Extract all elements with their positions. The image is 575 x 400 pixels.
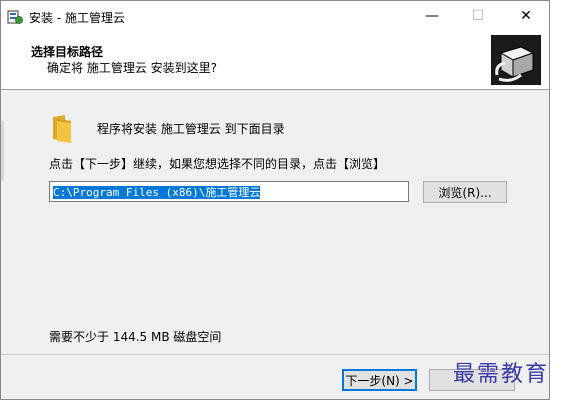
close-button[interactable]: ✕ (503, 1, 549, 31)
installer-box-icon (491, 35, 541, 85)
browse-button[interactable]: 浏览(R)... (423, 181, 507, 203)
browse-button-label: 浏览(R)... (438, 185, 492, 200)
page-subtitle: 确定将 施工管理云 安装到这里? (47, 61, 217, 75)
wizard-header: 选择目标路径 确定将 施工管理云 安装到这里? (1, 31, 549, 90)
folder-icon (53, 115, 71, 143)
maximize-button: ☐ (455, 1, 501, 31)
page-title: 选择目标路径 (31, 45, 104, 59)
close-icon: ✕ (520, 8, 532, 24)
left-edge-marker (1, 121, 4, 181)
minimize-button[interactable]: — (409, 1, 455, 31)
install-path-input[interactable]: C:\Program Files (x86)\施工管理云 (49, 181, 409, 202)
footer-divider (1, 354, 549, 355)
watermark-text: 最需教育 (453, 362, 550, 387)
window-title: 安装 - 施工管理云 (29, 11, 125, 25)
install-path-value: C:\Program Files (x86)\施工管理云 (53, 186, 261, 199)
title-bar: 安装 - 施工管理云 — ☐ ✕ (1, 1, 549, 31)
installer-app-icon (7, 10, 23, 24)
minimize-icon: — (425, 8, 439, 24)
installer-window: 安装 - 施工管理云 — ☐ ✕ 选择目标路径 确定将 施工管理云 安装到这里?… (0, 0, 550, 400)
disk-space-text: 需要不少于 144.5 MB 磁盘空间 (49, 330, 222, 344)
maximize-icon: ☐ (471, 8, 485, 24)
install-intro-text: 程序将安装 施工管理云 到下面目录 (97, 122, 285, 136)
next-button[interactable]: 下一步(N) > (342, 369, 417, 391)
instruction-text: 点击【下一步】继续，如果您想选择不同的目录，点击【浏览】 (49, 157, 386, 171)
next-button-label: 下一步(N) > (345, 373, 414, 388)
